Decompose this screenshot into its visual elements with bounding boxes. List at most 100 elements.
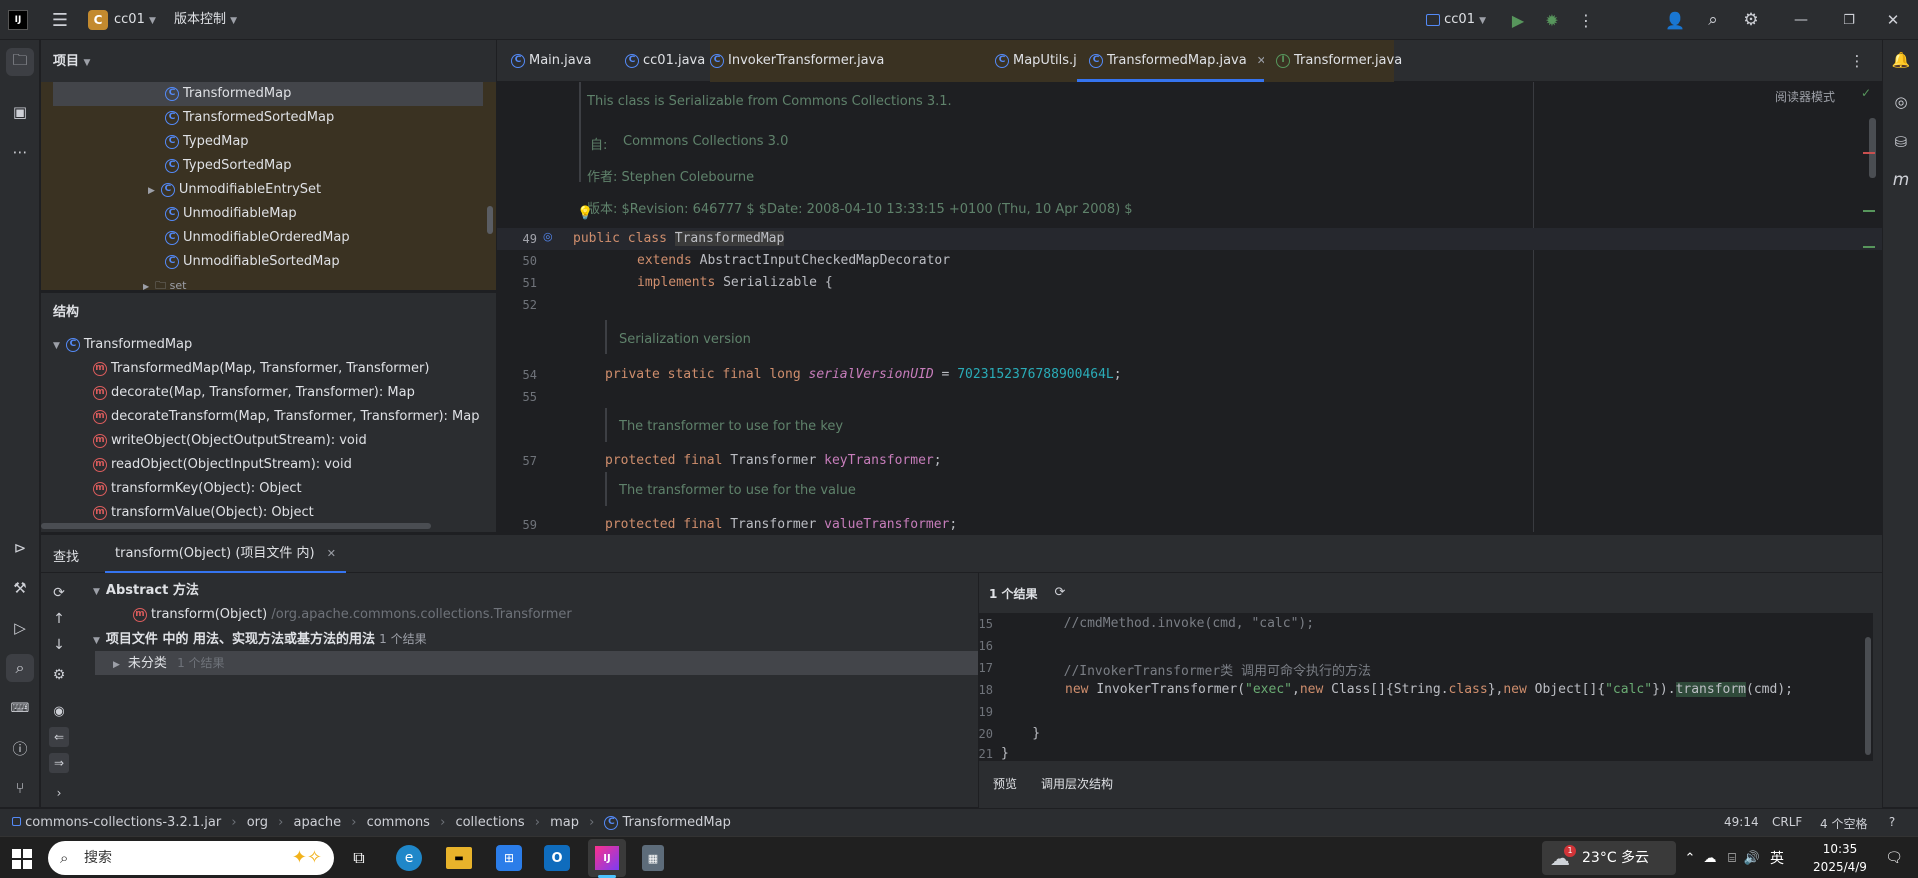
chevron-right-icon[interactable]: › bbox=[49, 783, 69, 803]
structure-member[interactable]: m transformKey(Object): Object bbox=[93, 477, 302, 501]
clock[interactable]: 10:35 2025/4/9 bbox=[1800, 840, 1880, 876]
breadcrumb-item[interactable]: apache bbox=[294, 815, 342, 830]
services-icon[interactable]: ⊳ bbox=[6, 534, 34, 562]
structure-tool-icon[interactable]: ▣ bbox=[6, 98, 34, 126]
structure-member[interactable]: m decorate(Map, Transformer, Transformer)… bbox=[93, 381, 415, 405]
tab-main-java[interactable]: C Main.java bbox=[511, 40, 591, 82]
breadcrumb-item[interactable]: org bbox=[247, 815, 268, 830]
volume-icon[interactable]: 🔊 bbox=[1742, 847, 1762, 869]
import-icon[interactable]: ⇐ bbox=[49, 727, 69, 747]
arrow-down-icon[interactable]: ↓ bbox=[49, 635, 69, 655]
eye-icon[interactable]: ◉ bbox=[49, 701, 69, 721]
project-panel-header[interactable]: 项目 ▼ bbox=[53, 50, 90, 69]
network-icon[interactable]: ⌸ bbox=[1722, 847, 1742, 869]
arrow-up-icon[interactable]: ↑ bbox=[49, 609, 69, 629]
structure-member[interactable]: m TransformedMap(Map, Transformer, Transf… bbox=[93, 357, 429, 381]
main-menu-icon[interactable]: ☰ bbox=[48, 8, 72, 32]
tree-item[interactable]: ▶ C UnmodifiableEntrySet bbox=[53, 178, 321, 202]
structure-member[interactable]: m decorateTransform(Map, Transformer, Tra… bbox=[93, 405, 480, 429]
structure-hscrollbar[interactable] bbox=[41, 523, 431, 529]
project-badge[interactable]: C bbox=[88, 10, 108, 30]
start-icon[interactable] bbox=[12, 849, 32, 869]
structure-member[interactable]: m readObject(ObjectInputStream): void bbox=[93, 453, 352, 477]
refresh-icon[interactable]: ⟳ bbox=[1051, 583, 1069, 601]
find-subgroup[interactable]: ▶ 未分类 1 个结果 bbox=[95, 651, 1007, 675]
chevron-down-icon[interactable]: ▼ bbox=[53, 341, 60, 351]
maven-icon[interactable]: m bbox=[1889, 168, 1913, 192]
structure-member[interactable]: m transformValue(Object): Object bbox=[93, 501, 314, 525]
run-icon[interactable]: ▶ bbox=[1508, 10, 1528, 30]
outlook-icon[interactable]: O bbox=[544, 845, 570, 871]
rerun-icon[interactable]: ⟳ bbox=[49, 583, 69, 603]
notification-center-icon[interactable]: 🗨 bbox=[1882, 847, 1906, 869]
tray-chevron-up-icon[interactable]: ⌃ bbox=[1682, 847, 1698, 869]
find-result-item[interactable]: m transform(Object) /org.apache.commons.c… bbox=[133, 603, 572, 627]
tab-close-icon[interactable]: ✕ bbox=[327, 547, 336, 560]
tree-item[interactable]: C TransformedMap bbox=[53, 82, 483, 106]
export-icon[interactable]: ⇒ bbox=[49, 753, 69, 773]
find-group[interactable]: ▼ 项目文件 中的 用法、实现方法或基方法的用法 1 个结果 bbox=[93, 627, 427, 651]
tab-cc01-java[interactable]: Ccc01.java bbox=[625, 40, 705, 82]
weather-widget[interactable]: ☁ 1 23°C 多云 bbox=[1542, 841, 1676, 875]
close-icon[interactable]: ✕ bbox=[1878, 10, 1908, 30]
tab-transformedmap-java[interactable]: C TransformedMap.java ✕ bbox=[1077, 40, 1266, 82]
chevron-down-icon[interactable]: ▼ bbox=[93, 636, 100, 646]
settings-gear-icon[interactable]: ⚙ bbox=[49, 665, 69, 685]
file-explorer-icon[interactable]: ▬ bbox=[446, 847, 472, 869]
structure-root[interactable]: ▼ C TransformedMap bbox=[53, 333, 192, 357]
build-icon[interactable]: ⚒ bbox=[6, 574, 34, 602]
find-tool-icon[interactable]: ⌕ bbox=[6, 654, 34, 682]
store-icon[interactable]: ⊞ bbox=[496, 845, 522, 871]
add-user-icon[interactable]: 👤 bbox=[1664, 10, 1686, 30]
tree-item[interactable]: C TransformedSortedMap bbox=[53, 106, 334, 130]
ai-assistant-icon[interactable]: ◎ bbox=[1889, 90, 1913, 114]
caret-position[interactable]: 49:14 bbox=[1724, 815, 1759, 829]
breadcrumb-item[interactable]: commons bbox=[367, 815, 430, 830]
chevron-right-icon[interactable]: ▶ bbox=[148, 186, 155, 196]
lightbulb-icon[interactable]: 💡 bbox=[577, 206, 593, 221]
settings-gear-icon[interactable]: ⚙ bbox=[1740, 10, 1762, 30]
tree-item[interactable]: C UnmodifiableOrderedMap bbox=[53, 226, 350, 250]
code-editor[interactable]: This class is Serializable from Commons … bbox=[497, 82, 1882, 532]
notifications-icon[interactable]: 🔔 bbox=[1889, 48, 1913, 72]
tree-item[interactable]: C TypedMap bbox=[53, 130, 249, 154]
minimize-icon[interactable]: — bbox=[1786, 10, 1816, 30]
more-actions-icon[interactable]: ⋮ bbox=[1576, 10, 1596, 30]
find-tab[interactable]: transform(Object) (项目文件 内) ✕ bbox=[105, 535, 346, 573]
project-name-dropdown[interactable]: cc01 ▼ bbox=[114, 0, 156, 41]
indent-setting[interactable]: 4 个空格 bbox=[1820, 815, 1867, 832]
breadcrumb-item[interactable]: commons-collections-3.2.1.jar bbox=[25, 815, 221, 830]
tree-item[interactable]: C UnmodifiableSortedMap bbox=[53, 250, 340, 274]
task-view-icon[interactable]: ⧉ bbox=[348, 847, 370, 869]
intellij-logo-icon[interactable]: IJ bbox=[8, 10, 28, 30]
more-tools-icon[interactable]: ⋯ bbox=[6, 138, 34, 166]
intellij-taskbar-icon[interactable]: IJ bbox=[588, 839, 626, 877]
run-config-dropdown[interactable]: cc01 ▼ bbox=[1426, 0, 1486, 41]
breadcrumb-item[interactable]: collections bbox=[455, 815, 524, 830]
reader-mode-toggle[interactable]: 阅读器模式 bbox=[1775, 88, 1835, 105]
tree-item[interactable]: ▶ 🗀 set bbox=[53, 274, 186, 290]
ime-indicator[interactable]: 英 bbox=[1766, 847, 1788, 869]
tabs-more-icon[interactable]: ⋮ bbox=[1847, 51, 1867, 71]
debug-icon[interactable]: ✹ bbox=[1542, 10, 1562, 30]
vcs-dropdown[interactable]: 版本控制 ▼ bbox=[174, 0, 237, 41]
tree-item[interactable]: C UnmodifiableMap bbox=[53, 202, 297, 226]
git-icon[interactable]: ⑂ bbox=[6, 774, 34, 802]
project-tool-icon[interactable]: 🗀 bbox=[6, 48, 34, 76]
preview-bottom-tab-preview[interactable]: 预览 bbox=[993, 775, 1017, 792]
tab-transformer-java[interactable]: I Transformer.java bbox=[1264, 40, 1402, 82]
project-scrollbar[interactable] bbox=[487, 206, 493, 234]
restore-icon[interactable]: ❐ bbox=[1834, 10, 1864, 30]
chevron-right-icon[interactable]: ▶ bbox=[113, 660, 120, 670]
problems-icon[interactable]: ⓘ bbox=[6, 734, 34, 762]
find-group[interactable]: ▼ Abstract 方法 bbox=[93, 579, 199, 603]
implementations-gutter-icon[interactable]: ◎ bbox=[543, 230, 553, 243]
tab-invokertransformer-java[interactable]: C InvokerTransformer.java bbox=[710, 40, 995, 82]
search-icon[interactable]: ⌕ bbox=[1702, 10, 1724, 30]
edge-icon[interactable]: e bbox=[396, 845, 422, 871]
structure-member[interactable]: m writeObject(ObjectOutputStream): void bbox=[93, 429, 367, 453]
help-icon[interactable]: ? bbox=[1884, 814, 1900, 830]
breadcrumb-item[interactable]: map bbox=[550, 815, 579, 830]
preview-scrollbar[interactable] bbox=[1865, 637, 1871, 755]
breadcrumb-item[interactable]: TransformedMap bbox=[622, 815, 730, 830]
